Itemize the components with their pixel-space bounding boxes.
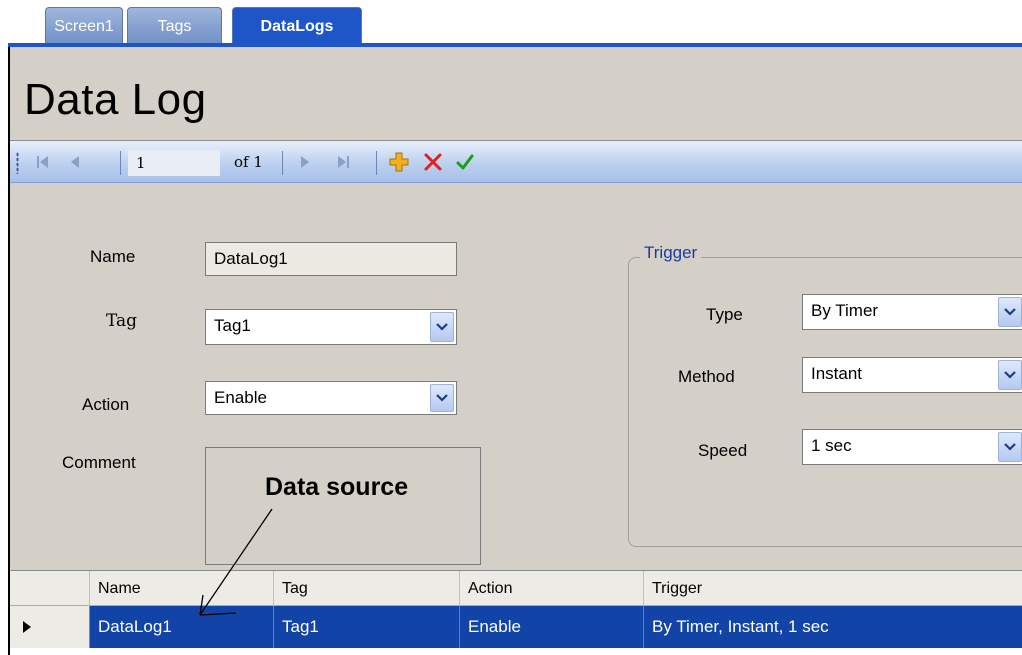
delete-icon[interactable] xyxy=(422,149,444,175)
page-header: Data Log xyxy=(10,47,1022,141)
binding-navigator: of 1 xyxy=(10,141,1022,183)
name-field[interactable]: DataLog1 xyxy=(205,242,457,276)
move-last-icon[interactable] xyxy=(332,149,354,175)
position-input[interactable] xyxy=(128,150,220,176)
datalog-grid: Name Tag Action Trigger DataLog1 Tag1 En… xyxy=(10,570,1022,655)
cell-trigger[interactable]: By Timer, Instant, 1 sec xyxy=(644,606,1022,648)
chevron-down-icon[interactable] xyxy=(998,360,1022,390)
speed-label: Speed xyxy=(698,441,748,460)
trigger-group-title: Trigger xyxy=(640,243,702,263)
tab-tags[interactable]: Tags xyxy=(127,7,222,45)
page-title: Data Log xyxy=(24,75,207,124)
tab-datalogs[interactable]: DataLogs xyxy=(232,7,362,45)
chevron-down-icon[interactable] xyxy=(430,384,454,412)
toolbar-grip[interactable] xyxy=(16,152,19,174)
speed-select[interactable]: 1 sec xyxy=(802,429,1022,465)
tab-label: Screen1 xyxy=(54,17,114,35)
type-select[interactable]: By Timer xyxy=(802,294,1022,330)
move-next-icon[interactable] xyxy=(294,149,316,175)
tab-label: Tags xyxy=(157,17,192,35)
datalog-panel: Data Log of 1 Name DataLog1 xyxy=(8,47,1022,655)
move-first-icon[interactable] xyxy=(32,149,54,175)
action-select[interactable]: Enable xyxy=(205,381,457,415)
tab-label: DataLogs xyxy=(260,17,334,35)
row-header-corner xyxy=(10,571,90,606)
row-header[interactable] xyxy=(10,606,90,648)
save-icon[interactable] xyxy=(454,149,476,175)
type-label: Type xyxy=(706,305,743,324)
method-label: Method xyxy=(678,367,735,386)
move-previous-icon[interactable] xyxy=(64,149,86,175)
tag-select[interactable]: Tag1 xyxy=(205,309,457,345)
annotation-arrow-icon xyxy=(199,508,273,616)
chevron-down-icon[interactable] xyxy=(998,297,1022,327)
method-select-value: Instant xyxy=(811,364,863,383)
count-label: of 1 xyxy=(234,153,263,171)
cell-tag[interactable]: Tag1 xyxy=(274,606,460,648)
tag-label: Tag xyxy=(106,311,138,331)
column-header-action[interactable]: Action xyxy=(460,571,644,606)
add-new-icon[interactable] xyxy=(388,149,410,175)
action-label: Action xyxy=(82,395,130,414)
cell-action[interactable]: Enable xyxy=(460,606,644,648)
chevron-down-icon[interactable] xyxy=(998,432,1022,462)
tag-select-value: Tag1 xyxy=(214,316,251,335)
type-select-value: By Timer xyxy=(811,301,879,320)
chevron-down-icon[interactable] xyxy=(430,312,454,342)
current-row-icon xyxy=(23,621,31,633)
toolbar-separator xyxy=(376,151,377,175)
grid-header: Name Tag Action Trigger xyxy=(10,570,1022,606)
method-select[interactable]: Instant xyxy=(802,357,1022,393)
tab-screen1[interactable]: Screen1 xyxy=(45,7,123,45)
column-header-tag[interactable]: Tag xyxy=(274,571,460,606)
speed-select-value: 1 sec xyxy=(811,436,852,455)
toolbar-separator xyxy=(282,151,283,175)
column-header-trigger[interactable]: Trigger xyxy=(644,571,1022,606)
tab-strip: Screen1 Tags DataLogs xyxy=(0,0,1022,45)
table-row[interactable]: DataLog1 Tag1 Enable By Timer, Instant, … xyxy=(10,606,1022,648)
data-source-annotation: Data source xyxy=(265,473,409,501)
comment-label: Comment xyxy=(62,453,136,472)
toolbar-separator xyxy=(120,151,121,175)
action-select-value: Enable xyxy=(214,388,267,407)
name-label: Name xyxy=(90,247,136,266)
